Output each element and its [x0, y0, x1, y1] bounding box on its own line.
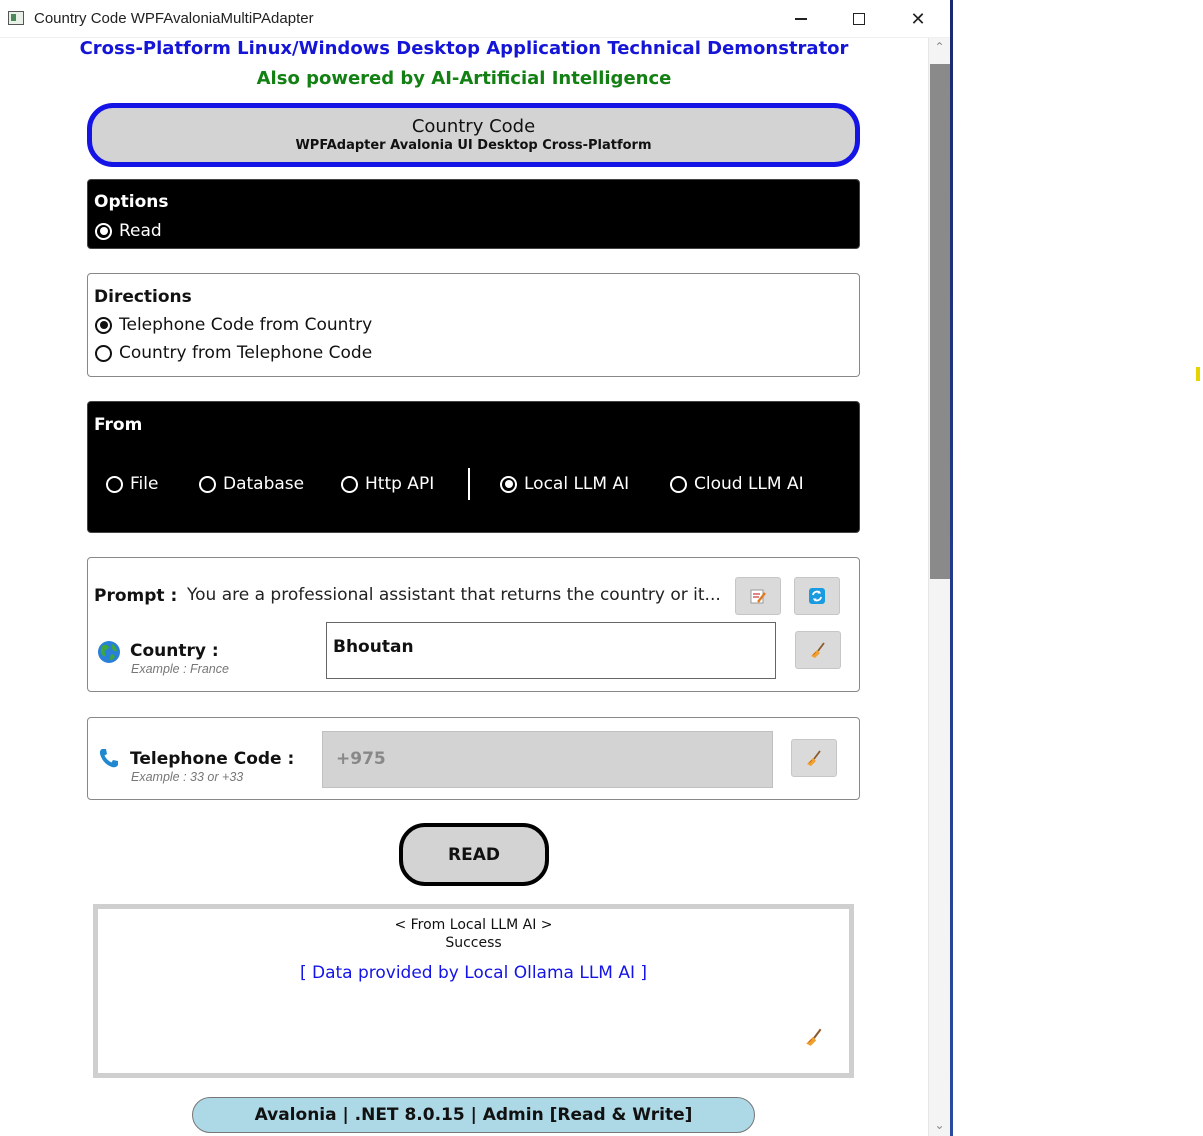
radio-unselected-icon: [199, 475, 216, 493]
app-banner: Country Code WPFAdapter Avalonia UI Desk…: [87, 103, 860, 167]
scroll-down-icon[interactable]: ⌄: [929, 1118, 950, 1136]
page-heading: Cross-Platform Linux/Windows Desktop App…: [79, 38, 849, 59]
from-panel: From File Database Http API Local LLM AI…: [87, 401, 860, 533]
scroll-up-icon[interactable]: ⌃: [929, 40, 950, 58]
radio-selected-icon: [95, 316, 112, 334]
globe-icon: [98, 641, 120, 663]
radio-cloud-llm-ai-label: Cloud LLM AI: [694, 474, 804, 494]
radio-read[interactable]: Read: [95, 221, 162, 241]
radio-unselected-icon: [95, 344, 112, 362]
country-input[interactable]: Bhoutan: [326, 622, 776, 679]
telephone-panel: Telephone Code : Example : 33 or +33 +97…: [87, 717, 860, 800]
broom-icon: [811, 642, 825, 658]
radio-database-label: Database: [223, 474, 305, 494]
edit-note-icon: [750, 589, 766, 604]
result-panel: < From Local LLM AI > Success [ Data pro…: [93, 904, 854, 1078]
banner-title: Country Code: [411, 116, 536, 137]
country-label: Country :: [130, 641, 219, 661]
radio-unselected-icon: [341, 475, 358, 493]
page-subheading: Also powered by AI-Artificial Intelligen…: [256, 68, 672, 89]
result-source: < From Local LLM AI >: [394, 917, 553, 933]
minimize-icon: [795, 18, 807, 20]
broom-icon[interactable]: [804, 1027, 824, 1047]
telephone-example: Example : 33 or +33: [131, 770, 244, 784]
result-status: Success: [445, 935, 502, 951]
radio-file-label: File: [130, 474, 159, 494]
radio-read-label: Read: [119, 221, 162, 241]
maximize-button[interactable]: [830, 0, 888, 38]
prompt-label: Prompt :: [94, 586, 178, 606]
close-icon: ✕: [910, 8, 926, 29]
telephone-label: Telephone Code :: [130, 749, 295, 769]
refresh-prompt-button[interactable]: [794, 577, 840, 615]
desktop-marker: [1196, 367, 1200, 381]
radio-telephone-from-country-label: Telephone Code from Country: [119, 315, 373, 335]
radio-cloud-llm-ai[interactable]: Cloud LLM AI: [670, 474, 804, 494]
country-example: Example : France: [131, 662, 229, 676]
prompt-panel: Prompt : You are a professional assistan…: [87, 557, 860, 692]
clear-country-button[interactable]: [795, 631, 841, 669]
options-label: Options: [94, 192, 169, 212]
directions-label: Directions: [94, 287, 192, 307]
radio-unselected-icon: [106, 475, 123, 493]
from-label: From: [94, 415, 143, 435]
radio-country-from-telephone[interactable]: Country from Telephone Code: [95, 343, 372, 363]
radio-country-from-telephone-label: Country from Telephone Code: [119, 343, 373, 363]
maximize-icon: [853, 13, 865, 25]
minimize-button[interactable]: [772, 0, 830, 38]
read-button[interactable]: READ: [399, 823, 549, 886]
radio-local-llm-ai[interactable]: Local LLM AI: [500, 474, 629, 494]
directions-panel: Directions Telephone Code from Country C…: [87, 273, 860, 377]
radio-http-api[interactable]: Http API: [341, 474, 434, 494]
app-icon: [8, 11, 24, 25]
radio-file[interactable]: File: [106, 474, 158, 494]
vertical-scrollbar[interactable]: ⌃ ⌄: [928, 38, 950, 1136]
options-panel: Options Read: [87, 179, 860, 249]
radio-database[interactable]: Database: [199, 474, 304, 494]
radio-selected-icon: [95, 222, 112, 240]
desktop-background: [950, 0, 953, 1136]
radio-local-llm-ai-label: Local LLM AI: [524, 474, 630, 494]
telephone-output: +975: [322, 731, 773, 788]
result-detail: [ Data provided by Local Ollama LLM AI ]: [299, 963, 648, 983]
radio-http-api-label: Http API: [365, 474, 435, 494]
clear-telephone-button[interactable]: [791, 739, 837, 777]
close-button[interactable]: ✕: [889, 0, 947, 38]
refresh-icon: [809, 588, 825, 604]
broom-icon: [807, 750, 821, 766]
scroll-thumb[interactable]: [930, 64, 950, 579]
app-window: Country Code WPFAvaloniaMultiPAdapter ✕ …: [0, 0, 950, 1136]
title-bar[interactable]: Country Code WPFAvaloniaMultiPAdapter ✕: [0, 0, 950, 38]
radio-telephone-from-country[interactable]: Telephone Code from Country: [95, 315, 372, 335]
radio-selected-icon: [500, 475, 517, 493]
window-title: Country Code WPFAvaloniaMultiPAdapter: [34, 10, 314, 27]
status-bar: Avalonia | .NET 8.0.15 | Admin [Read & W…: [192, 1097, 755, 1133]
prompt-text[interactable]: You are a professional assistant that re…: [187, 585, 721, 605]
radio-unselected-icon: [670, 475, 687, 493]
banner-subtitle: WPFAdapter Avalonia UI Desktop Cross-Pla…: [295, 138, 652, 153]
edit-prompt-button[interactable]: [735, 577, 781, 615]
from-divider: [468, 468, 470, 500]
telephone-icon: [99, 749, 118, 768]
screen: Country Code WPFAvaloniaMultiPAdapter ✕ …: [0, 0, 1203, 1136]
